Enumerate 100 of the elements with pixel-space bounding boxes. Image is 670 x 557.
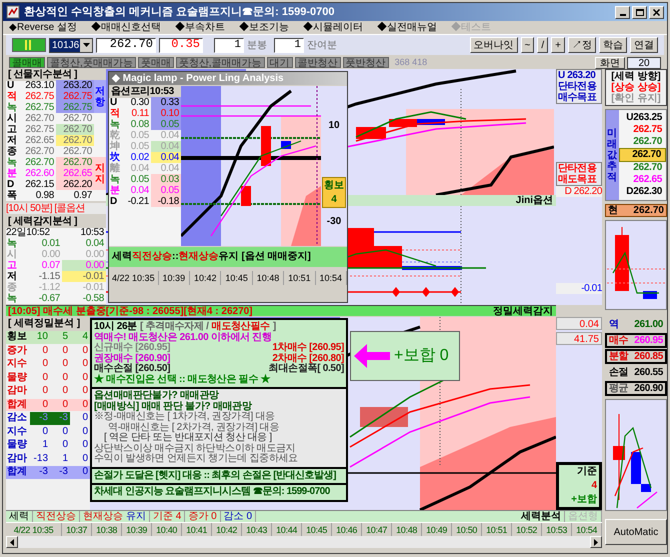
table-cell-text: 262.70: [62, 113, 93, 124]
badge-label: 횡보: [323, 180, 345, 191]
advice-text: 역-매매신호는 [ 2차가격, 권장가격] 대응: [107, 422, 280, 432]
current-label: 현: [608, 205, 618, 216]
table-cell-text: -0.67: [38, 293, 61, 304]
advice-text: 옵션매매판단불가? 매매관망: [94, 391, 220, 401]
time-label: 10:42: [190, 271, 222, 285]
level-value: 260.55: [634, 367, 663, 378]
row-label: 횡보: [6, 331, 28, 344]
table-cell-text: 0.07: [40, 260, 61, 271]
table-cell: 262.75: [56, 91, 94, 102]
table-cell-text: 262.70: [62, 146, 93, 157]
note-text: 차세대 인공지능 요술램프지니시스템 ☎문의: 1599-0700: [92, 485, 346, 500]
row-label: 고: [6, 124, 18, 135]
remain-field[interactable]: 1: [274, 38, 304, 52]
base-note: +보합: [570, 494, 597, 506]
target-text: 단타전용: [558, 81, 598, 92]
row-label: 증가: [6, 344, 28, 357]
tool-button[interactable]: +: [551, 37, 565, 53]
table-cell-text: -3: [38, 466, 49, 478]
table-cell-text: 0: [81, 412, 89, 424]
table-cell: 262.70: [56, 124, 94, 135]
table-cell: 262.75: [56, 102, 94, 113]
time-label: 10:48: [252, 271, 284, 285]
side-label: 지지: [94, 157, 106, 190]
table-cell: 262.65: [56, 168, 94, 179]
table-cell: -0.01: [62, 271, 106, 282]
menu-item[interactable]: ◆보조기능: [239, 22, 290, 33]
row-label: 감마: [6, 452, 28, 465]
table-cell-text: -0.21: [126, 196, 150, 207]
table-cell-text: 0.30: [130, 97, 150, 108]
table-cell-text: 0.04: [130, 185, 150, 196]
time-label: 10:39: [158, 271, 190, 285]
state-tab[interactable]: 콜반청산: [294, 57, 341, 68]
tool-button[interactable]: /: [537, 37, 548, 53]
menu-item[interactable]: ◆부속차트: [175, 22, 226, 33]
row-label: 물량: [6, 372, 28, 384]
automatic-button[interactable]: AutoMatic: [605, 519, 667, 545]
state-tab[interactable]: 콜매매: [9, 57, 45, 68]
state-tab[interactable]: 풋청산,콜매매가능: [176, 57, 265, 68]
row-label: 저: [6, 271, 18, 282]
price-field: 262.70: [96, 38, 156, 52]
table-cell-text: 0.98: [34, 190, 55, 201]
tool-button[interactable]: 학습: [599, 37, 627, 53]
menu-item[interactable]: ◆매매신호선택: [91, 22, 162, 33]
table-cell: 0.33: [151, 97, 181, 108]
scroll-right-button[interactable]: [590, 536, 602, 548]
state-tab[interactable]: 풋반청산: [342, 57, 389, 68]
row-label: D: [6, 179, 15, 190]
trend-text: +보합 0: [394, 346, 449, 366]
table-cell-text: 0: [81, 358, 89, 370]
level-label: 손절: [609, 367, 628, 378]
table-cell-text: 0: [81, 439, 89, 452]
popup-title: ◆ Magic lamp - Power Ling Analysis: [109, 72, 347, 85]
tool-button[interactable]: 오버나잇: [470, 37, 518, 53]
menu-item[interactable]: ◆시뮬레이터: [303, 22, 364, 33]
alert-text: 역매수! 매도청산은 261.00 이하에서 진행: [94, 332, 273, 342]
row-label: 합계: [6, 398, 28, 411]
table-cell: 0.10: [151, 108, 181, 119]
row-label: 감마: [6, 385, 28, 398]
close-button[interactable]: [649, 6, 664, 18]
direction-text: [상승 상승]: [610, 82, 662, 93]
target-text: 매도목표: [558, 174, 598, 185]
direction-text: [확인 유지]: [610, 93, 662, 104]
note-text: 손절가 도달은 [헷지] 대응 :: 최후의 손절은 [반대신호발생]: [92, 468, 346, 483]
state-tab[interactable]: 풋매매: [138, 57, 174, 68]
row-label: 지수: [6, 426, 28, 438]
level-value: 260.95: [634, 335, 663, 346]
table-cell-text: 0.01: [40, 238, 61, 249]
tool-button[interactable]: 연결: [630, 37, 658, 53]
table-cell-text: 0: [61, 439, 69, 452]
menu-item[interactable]: ◆Reverse 설정: [9, 22, 78, 33]
row-label: 離: [109, 163, 121, 174]
row-label: U: [109, 97, 118, 108]
minimize-icon: [620, 14, 626, 16]
row-label: U: [6, 80, 15, 91]
scroll-left-button[interactable]: [6, 536, 18, 548]
period-field[interactable]: 1: [214, 38, 244, 52]
tool-button[interactable]: ~: [520, 37, 534, 53]
maximize-icon: [636, 8, 644, 16]
table-cell: 0.03: [151, 174, 181, 185]
minimize-button[interactable]: [615, 6, 630, 18]
state-tab[interactable]: 대기: [266, 57, 293, 68]
change-field: 0.35: [159, 38, 203, 52]
row-label: 적: [6, 91, 18, 102]
menu-item[interactable]: ◆실전매뉴얼: [377, 22, 438, 33]
state-tab[interactable]: 콜청산,풋매매가능: [47, 57, 136, 68]
table-cell-text: 262.75: [24, 102, 55, 113]
tool-button[interactable]: ↗정: [568, 37, 596, 53]
row-label: D: [109, 196, 118, 207]
scroll-bar[interactable]: [6, 536, 602, 548]
table-cell-text: 0: [41, 372, 49, 384]
code-dropdown[interactable]: 101J6: [49, 38, 93, 52]
row-label: 녹: [6, 157, 18, 168]
scale-label: -30: [326, 216, 342, 227]
screen-field[interactable]: 20: [627, 56, 661, 68]
time-label: 10:45: [221, 271, 253, 285]
maximize-button[interactable]: [632, 6, 647, 18]
base-label: 기준: [576, 466, 597, 478]
row-label: 녹: [6, 238, 18, 249]
